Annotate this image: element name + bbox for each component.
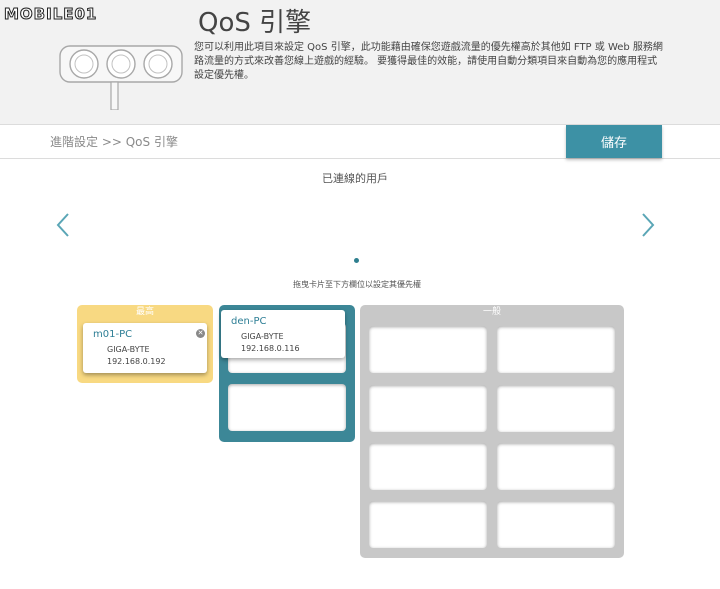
connected-users-title: 已連線的用戶: [322, 172, 388, 185]
breadcrumb: 進階設定 >> QoS 引擎: [50, 135, 178, 149]
device-card[interactable]: den-PC GIGA-BYTE 192.168.0.116: [221, 310, 345, 358]
traffic-light-icon: [59, 45, 183, 110]
device-ip: 192.168.0.116: [241, 344, 300, 353]
device-name: den-PC: [231, 316, 267, 327]
priority-panel-highest: 最高 m01-PC GIGA-BYTE 192.168.0.192 ✕: [77, 305, 213, 383]
close-icon[interactable]: ✕: [196, 329, 205, 338]
page-title: QoS 引擎: [198, 8, 312, 38]
priority-slot[interactable]: [369, 385, 487, 432]
priority-slot[interactable]: [497, 443, 615, 490]
pager-dot[interactable]: [354, 258, 359, 263]
priority-slot[interactable]: [369, 501, 487, 548]
device-vendor: GIGA-BYTE: [241, 332, 284, 341]
page-header: MOBILE01 QoS 引擎 您可以利用此項目來設定 QoS 引擎，此功能藉由…: [0, 0, 720, 124]
panel-label-normal: 一般: [482, 307, 501, 317]
priority-slot[interactable]: [497, 385, 615, 432]
priority-panel-normal: 一般: [360, 305, 624, 558]
page-description: 您可以利用此項目來設定 QoS 引擎，此功能藉由確保您遊戲流量的優先權高於其他如…: [194, 42, 663, 81]
device-ip: 192.168.0.192: [107, 357, 166, 366]
watermark-text: MOBILE01: [3, 5, 98, 24]
priority-slot[interactable]: [369, 443, 487, 490]
watermark: MOBILE01: [3, 3, 98, 25]
save-button[interactable]: 儲存: [566, 125, 662, 158]
device-name: m01-PC: [93, 329, 133, 340]
priority-slot[interactable]: [228, 384, 346, 431]
priority-slot[interactable]: [497, 326, 615, 373]
chevron-right-icon[interactable]: [640, 212, 656, 238]
priority-panel-high: den-PC GIGA-BYTE 192.168.0.116: [219, 305, 355, 442]
priority-slot[interactable]: [369, 326, 487, 373]
priority-slot[interactable]: [497, 501, 615, 548]
toolbar: 進階設定 >> QoS 引擎 儲存: [0, 124, 720, 159]
device-vendor: GIGA-BYTE: [107, 345, 150, 354]
panel-label-highest: 最高: [135, 307, 154, 317]
chevron-left-icon[interactable]: [55, 212, 71, 238]
drag-hint: 拖曳卡片至下方欄位以設定其優先權: [293, 280, 421, 289]
device-card[interactable]: m01-PC GIGA-BYTE 192.168.0.192 ✕: [83, 323, 207, 373]
